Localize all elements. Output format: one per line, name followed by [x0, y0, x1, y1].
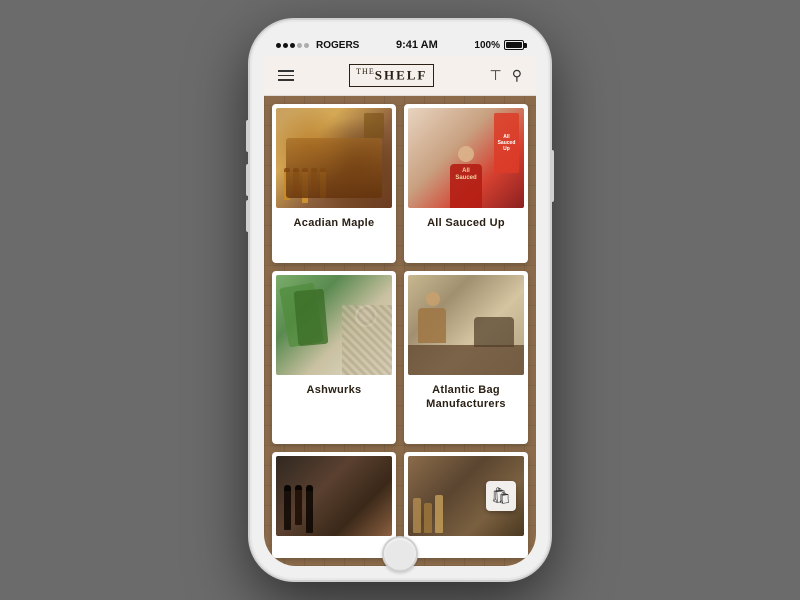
atlantic-image-bg	[408, 275, 524, 375]
status-right: 100%	[474, 40, 524, 51]
nav-bar: THESHELF ⊤ ⚲	[264, 56, 536, 96]
card-image-wrap-5	[272, 452, 396, 536]
status-bar: ROGERS 9:41 AM 100%	[264, 34, 536, 56]
fabric-decoration	[276, 275, 392, 375]
ashwurks-image-bg	[276, 275, 392, 375]
card-image-wrap-ash	[272, 271, 396, 375]
card-label-sauced: All Sauced Up	[404, 208, 528, 240]
person-silhouette: AllSauced	[446, 138, 486, 208]
person2-silhouette	[418, 292, 448, 347]
card-atlantic-bag[interactable]: Atlantic Bag Manufacturers	[404, 271, 528, 444]
logo-shelf: SHELF	[375, 68, 428, 83]
card-image-atlantic	[408, 275, 524, 375]
dark-bottles	[284, 485, 313, 533]
sewing-scene	[408, 275, 524, 375]
product-grid: Acadian Maple AllSauced	[264, 96, 536, 566]
signal-dots	[276, 43, 309, 48]
product-box: AllSaucedUp	[494, 113, 519, 173]
home-button[interactable]	[382, 536, 418, 572]
card-label-acadian: Acadian Maple	[272, 208, 396, 240]
card-image-acadian	[276, 108, 392, 208]
battery-fill	[506, 42, 522, 48]
card-image-ashwurks	[276, 275, 392, 375]
search-icon[interactable]: ⚲	[512, 67, 522, 84]
card-label-ashwurks: Ashwurks	[272, 375, 396, 407]
card-label-atlantic: Atlantic Bag Manufacturers	[404, 375, 528, 422]
card-ashwurks[interactable]: Ashwurks	[272, 271, 396, 444]
hamburger-menu[interactable]	[278, 70, 294, 81]
card-image-wrap-atlantic	[404, 271, 528, 375]
shelf-bottles	[413, 495, 443, 533]
logo-the: THE	[356, 67, 375, 76]
card-acadian-maple[interactable]: Acadian Maple	[272, 104, 396, 263]
card-image-wrap	[272, 104, 396, 208]
phone-device: ROGERS 9:41 AM 100% THESHELF ⊤ ⚲	[250, 20, 550, 580]
card-image-wrap-sauced: AllSauced AllSaucedUp	[404, 104, 528, 208]
nav-actions: ⊤ ⚲	[490, 67, 522, 84]
bottle-decoration	[284, 168, 326, 203]
content-area: Acadian Maple AllSauced	[264, 96, 536, 566]
card-item6[interactable]: 🛍	[404, 452, 528, 558]
acadian-image-bg	[276, 108, 392, 208]
card-all-sauced-up[interactable]: AllSauced AllSaucedUp All Sauced Up	[404, 104, 528, 263]
card-image-wrap-6: 🛍	[404, 452, 528, 536]
bottom2-image-bg: 🛍	[408, 456, 524, 536]
cart-icon-badge[interactable]: 🛍	[486, 481, 516, 511]
bottom1-image-bg	[276, 456, 392, 536]
battery-icon	[504, 40, 524, 50]
carrier-label: ROGERS	[316, 40, 359, 51]
sauced-image-bg: AllSauced AllSaucedUp	[408, 108, 524, 208]
card-image-sauced: AllSauced AllSaucedUp	[408, 108, 524, 208]
filter-icon[interactable]: ⊤	[490, 67, 502, 84]
app-logo: THESHELF	[349, 64, 434, 86]
time-display: 9:41 AM	[396, 39, 438, 51]
card-item5[interactable]	[272, 452, 396, 558]
phone-screen: ROGERS 9:41 AM 100% THESHELF ⊤ ⚲	[264, 34, 536, 566]
status-left: ROGERS	[276, 40, 359, 51]
battery-percent: 100%	[474, 40, 500, 51]
